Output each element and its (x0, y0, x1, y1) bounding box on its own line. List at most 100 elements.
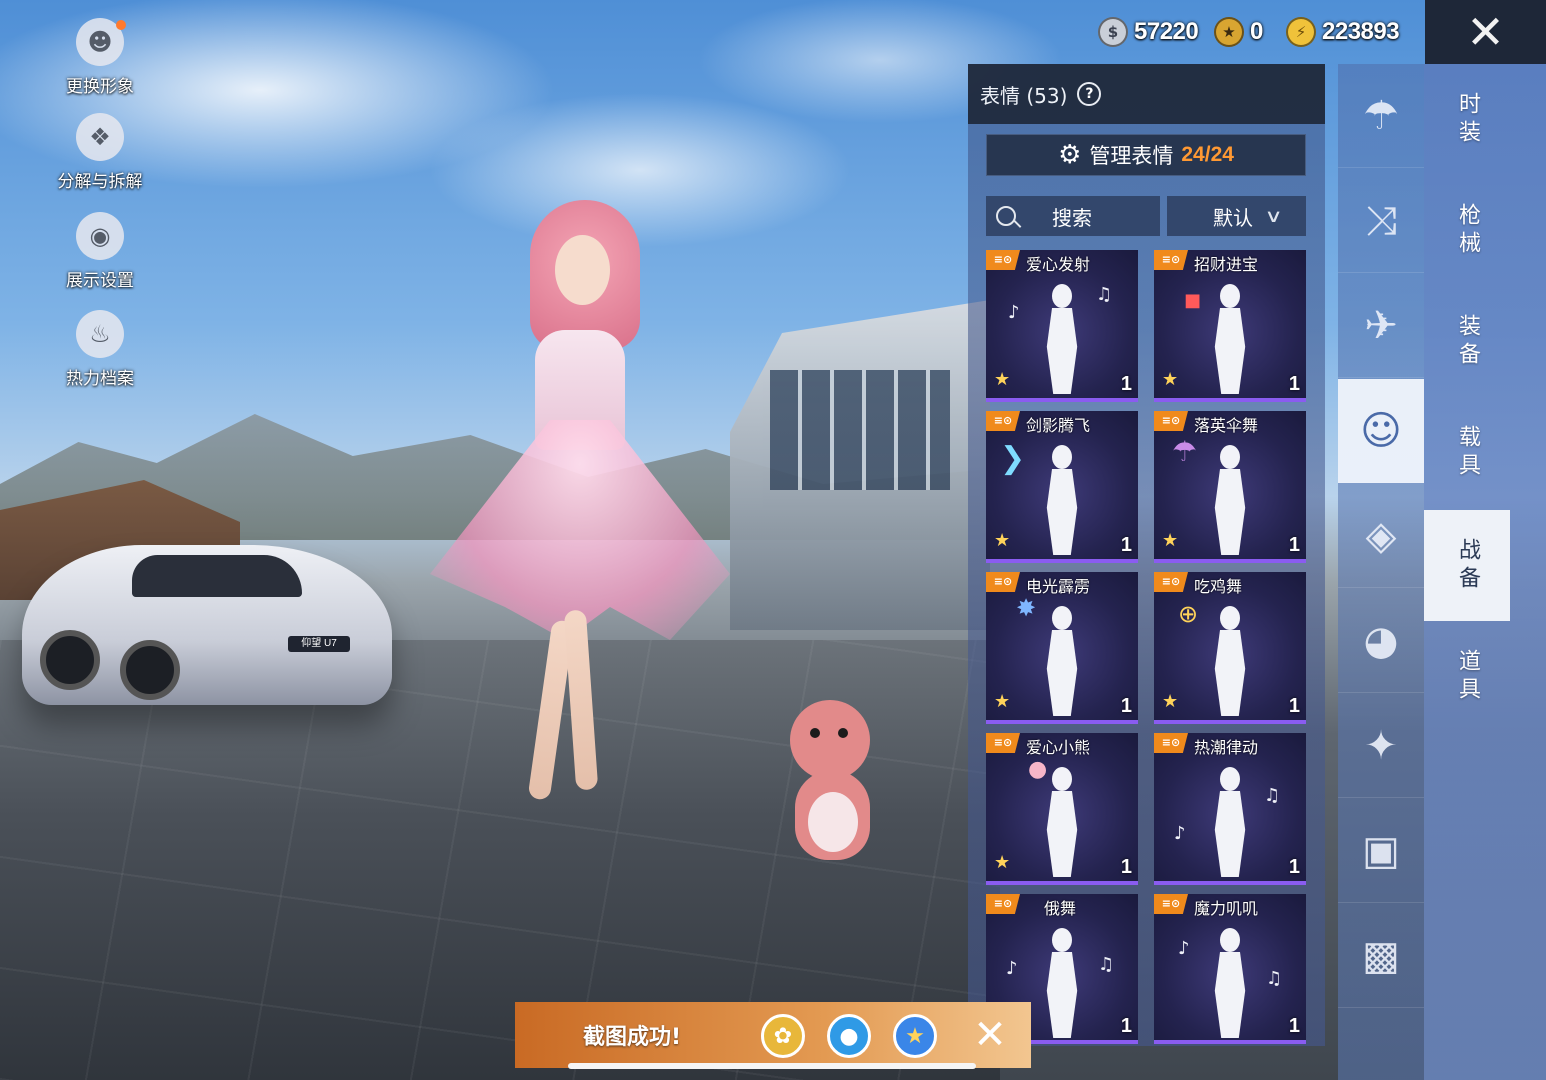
emote-tag: ≡⊙ (1154, 411, 1188, 431)
toast-message: 截图成功! (583, 1025, 682, 1050)
panel-title: 表情 (53) (980, 83, 1068, 108)
emote-tag: ≡⊙ (1154, 733, 1188, 753)
emote-tag: ≡⊙ (1154, 894, 1188, 914)
heat-profile-label: 热力档案 (66, 369, 134, 389)
emote-count: 1 (1288, 373, 1300, 395)
close-icon[interactable]: ✕ (967, 1010, 1013, 1060)
help-icon[interactable]: ? (1077, 82, 1102, 106)
change-avatar-button[interactable]: ☻ 更换形象 (50, 18, 150, 97)
wechat-moments-icon[interactable]: ✿ (761, 1014, 805, 1058)
music-note-icon: ♫ (1098, 954, 1115, 975)
sort-label: 默认 (1213, 205, 1253, 230)
emote-card[interactable]: ≡⊙ 落英伞舞 ☂ ★ 1 (1154, 411, 1306, 563)
category-helmet[interactable]: ◕ (1338, 589, 1424, 693)
emote-face-icon: ☺ (1360, 407, 1402, 454)
spray-can-icon: ▩ (1362, 932, 1400, 979)
emote-name: 爱心小熊 (1026, 738, 1091, 757)
emote-card[interactable]: ≡⊙ 电光霹雳 ✸ ★ 1 (986, 572, 1138, 724)
star-icon: ★ (994, 530, 1011, 551)
emote-card[interactable]: ≡⊙ 热潮律动 ♪ ♫ 1 (1154, 733, 1306, 885)
emote-card[interactable]: ≡⊙ 爱心发射 ♪ ♫ ★ 1 (986, 250, 1138, 402)
player-character (420, 200, 730, 820)
emote-tag: ≡⊙ (986, 411, 1020, 431)
close-button[interactable]: ✕ (1425, 0, 1546, 64)
music-note-icon: ♫ (1096, 284, 1113, 305)
category-plane[interactable]: ✈ (1338, 274, 1424, 378)
pet-mascot (780, 700, 880, 860)
skydive-icon: ⤨ (1365, 197, 1397, 244)
emote-name: 魔力叽叽 (1194, 899, 1259, 918)
category-roast-chicken[interactable]: ◈ (1338, 484, 1424, 588)
character-face (555, 235, 610, 305)
tab-combat-gear[interactable]: 战备 (1424, 510, 1510, 621)
emote-name: 爱心发射 (1026, 255, 1091, 274)
emote-figure-icon (1034, 767, 1090, 877)
gold-token-amount: 0 (1250, 18, 1263, 45)
category-chat-bubble[interactable]: ▣ (1338, 799, 1424, 903)
car-wheel (40, 630, 100, 690)
category-parachute[interactable]: ☂ (1338, 64, 1424, 168)
emote-figure-icon (1202, 284, 1258, 394)
emote-card[interactable]: ≡⊙ 吃鸡舞 ⊕ ★ 1 (1154, 572, 1306, 724)
search-input[interactable]: 搜索 (986, 196, 1160, 236)
search-label: 搜索 (1052, 205, 1092, 230)
currency-silver[interactable]: $ 57220 (1098, 14, 1199, 50)
home-indicator (568, 1063, 976, 1069)
emote-tag: ≡⊙ (986, 572, 1020, 592)
character-leg (563, 609, 599, 791)
chevron-down-icon: ∨ (1264, 205, 1283, 227)
manage-emotes-count: 24/24 (1181, 143, 1234, 166)
close-icon: ✕ (1466, 5, 1505, 59)
tab-vehicles[interactable]: 载具 (1424, 397, 1510, 508)
emote-count: 1 (1288, 695, 1300, 717)
qq-icon[interactable]: ● (827, 1014, 871, 1058)
tab-items[interactable]: 道具 (1424, 621, 1510, 732)
emote-card[interactable]: ≡⊙ 魔力叽叽 ♪ ♫ 1 (1154, 894, 1306, 1044)
lightning-coin-icon: ⚡ (1286, 17, 1316, 47)
emote-card[interactable]: ≡⊙ 爱心小熊 ● ★ 1 (986, 733, 1138, 885)
emote-name: 剑影腾飞 (1026, 416, 1091, 435)
silver-coin-icon: $ (1098, 17, 1128, 47)
manage-emotes-label: 管理表情 (1089, 144, 1174, 168)
emote-count: 1 (1288, 534, 1300, 556)
plane-icon: ✈ (1364, 302, 1398, 349)
emote-card[interactable]: ≡⊙ 招财进宝 ■ ★ 1 (1154, 250, 1306, 402)
category-skydive[interactable]: ⤨ (1338, 169, 1424, 273)
sort-dropdown[interactable]: 默认 ∨ (1167, 196, 1306, 236)
emote-figure-icon (1202, 928, 1258, 1038)
heat-profile-button[interactable]: ♨ 热力档案 (50, 310, 150, 389)
red-envelope-icon: ■ (1184, 290, 1202, 311)
manage-emotes-button[interactable]: ⚙ 管理表情 24/24 (986, 134, 1306, 176)
music-note-icon: ♪ (1008, 302, 1020, 323)
category-spray-can[interactable]: ▩ (1338, 904, 1424, 1008)
qzone-icon[interactable]: ★ (893, 1014, 937, 1058)
lightning-coin-amount: 223893 (1322, 18, 1400, 45)
emote-tag: ≡⊙ (1154, 250, 1188, 270)
tab-equipment[interactable]: 装备 (1424, 286, 1510, 397)
mascot-head (790, 700, 870, 780)
tab-weapons[interactable]: 枪械 (1424, 175, 1510, 286)
currency-lightning-coin[interactable]: ⚡ 223893 (1286, 14, 1400, 50)
emote-figure-icon (1034, 606, 1090, 716)
emote-figure-icon (1202, 445, 1258, 555)
category-magic-wand[interactable]: ✦ (1338, 694, 1424, 798)
gold-token-icon: ★ (1214, 17, 1244, 47)
star-icon: ★ (1162, 691, 1179, 712)
tab-fashion[interactable]: 时装 (1424, 64, 1510, 175)
star-icon: ★ (994, 691, 1011, 712)
star-icon: ★ (1162, 369, 1179, 390)
emote-figure-icon (1034, 284, 1090, 394)
decompose-button[interactable]: ❖ 分解与拆解 (50, 113, 150, 192)
emote-tag: ≡⊙ (986, 250, 1020, 270)
crosshair-icon: ⊕ (1178, 600, 1199, 628)
emote-tag: ≡⊙ (1154, 572, 1188, 592)
emote-count: 1 (1288, 856, 1300, 878)
character-dress (430, 420, 730, 640)
category-emote[interactable]: ☺ (1338, 379, 1424, 483)
emote-name: 俄舞 (1044, 899, 1077, 918)
display-settings-button[interactable]: ◉ 展示设置 (50, 212, 150, 291)
flame-icon: ♨ (76, 310, 124, 358)
currency-gold-token[interactable]: ★ 0 (1214, 14, 1263, 50)
emote-card[interactable]: ≡⊙ 剑影腾飞 ❯ ★ 1 (986, 411, 1138, 563)
emote-count: 1 (1120, 695, 1132, 717)
